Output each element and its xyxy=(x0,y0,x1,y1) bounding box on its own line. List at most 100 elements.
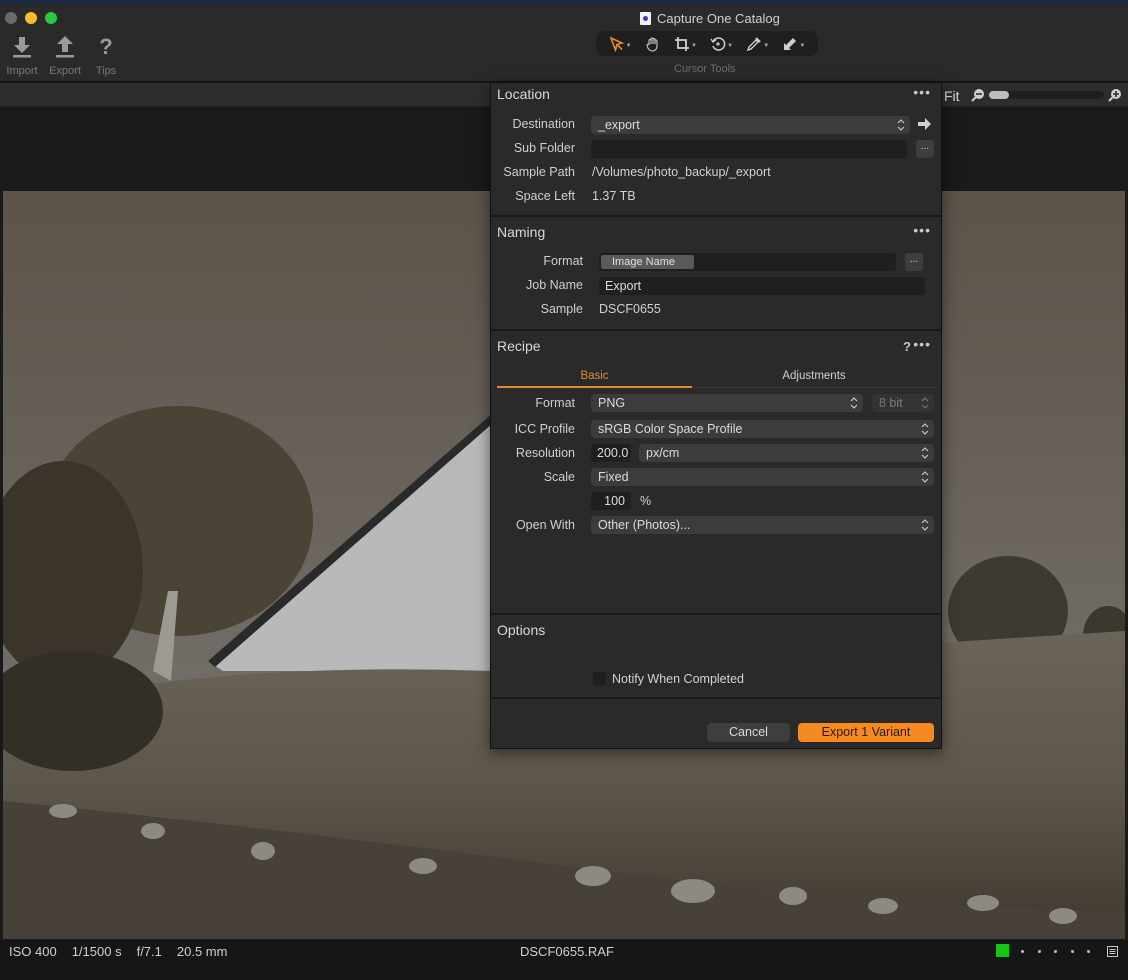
recipe-format-value: PNG xyxy=(598,396,626,410)
stepper-icon xyxy=(921,447,929,459)
reveal-destination-arrow-icon[interactable] xyxy=(918,118,931,133)
star-rating[interactable] xyxy=(1021,950,1090,953)
space-left-label: Space Left xyxy=(515,189,575,203)
cancel-button[interactable]: Cancel xyxy=(707,723,790,742)
stepper-icon xyxy=(921,519,929,531)
zoom-slider-thumb[interactable] xyxy=(989,91,1009,99)
close-window-button[interactable] xyxy=(5,12,17,24)
destination-select[interactable]: _export xyxy=(591,116,910,134)
subfolder-field[interactable] xyxy=(591,140,907,158)
zoom-out-icon[interactable] xyxy=(971,88,986,106)
chevron-down-icon: ▼ xyxy=(799,43,806,49)
resolution-label: Resolution xyxy=(515,446,575,460)
tips-button[interactable]: ? Tips xyxy=(86,34,126,77)
notify-label[interactable]: Notify When Completed xyxy=(612,672,744,686)
recipe-more-icon[interactable]: ••• xyxy=(913,337,931,351)
select-tool-button[interactable]: ▼ xyxy=(609,35,632,52)
exif-info: ISO 400 1/1500 s f/7.1 20.5 mm xyxy=(9,944,227,959)
scale-percent-unit: % xyxy=(640,494,652,508)
export-variant-button[interactable]: Export 1 Variant xyxy=(798,723,934,742)
icc-profile-select[interactable]: sRGB Color Space Profile xyxy=(591,420,934,438)
naming-sample-label: Sample xyxy=(540,302,583,316)
destination-value: _export xyxy=(598,118,640,132)
window-title-text: Capture One Catalog xyxy=(657,11,780,26)
title-bar: Capture One Catalog Import Export ? Tips… xyxy=(0,4,1128,82)
shutter-value: 1/1500 s xyxy=(71,944,122,959)
pointer-arrow-icon xyxy=(609,35,624,52)
zoom-in-icon[interactable] xyxy=(1108,88,1123,106)
scale-label: Scale xyxy=(543,470,575,484)
location-title: Location xyxy=(497,86,550,102)
question-mark-icon: ? xyxy=(99,34,113,59)
bit-depth-select[interactable]: 8 bit xyxy=(872,394,934,412)
naming-sample-value: DSCF0655 xyxy=(599,302,661,316)
eyedropper-icon xyxy=(747,36,762,51)
color-tag-green[interactable] xyxy=(996,944,1009,957)
pan-tool-button[interactable] xyxy=(645,36,661,52)
bit-depth-value: 8 bit xyxy=(879,396,903,410)
annotate-tool-button[interactable]: ▼ xyxy=(782,36,805,52)
naming-format-field[interactable]: Image Name xyxy=(599,253,896,271)
rating-dot[interactable] xyxy=(1021,950,1024,953)
recipe-format-select[interactable]: PNG xyxy=(591,394,863,412)
crop-icon xyxy=(674,36,689,51)
rotate-tool-button[interactable]: ▼ xyxy=(710,36,733,52)
rating-dot[interactable] xyxy=(1037,950,1041,953)
rating-dot[interactable] xyxy=(1070,950,1074,953)
stepper-icon xyxy=(850,397,858,409)
subfolder-tokens-button[interactable]: ... xyxy=(916,140,934,158)
resolution-unit-select[interactable]: px/cm xyxy=(639,444,934,462)
chevron-down-icon: ▼ xyxy=(690,43,697,49)
chevron-down-icon: ▼ xyxy=(625,43,632,49)
iso-value: ISO 400 xyxy=(9,944,57,959)
aperture-value: f/7.1 xyxy=(136,944,162,959)
scale-select[interactable]: Fixed xyxy=(591,468,934,486)
image-name-token[interactable]: Image Name xyxy=(601,255,694,269)
crop-tool-button[interactable]: ▼ xyxy=(674,36,697,52)
location-section: Location ••• Destination _export Sub Fol… xyxy=(491,83,941,217)
rating-dot[interactable] xyxy=(1054,950,1057,953)
status-bar: ISO 400 1/1500 s f/7.1 20.5 mm DSCF0655.… xyxy=(0,940,1128,980)
maximize-window-button[interactable] xyxy=(45,12,57,24)
export-dialog: Location ••• Destination _export Sub Fol… xyxy=(490,82,942,749)
export-label: Export xyxy=(49,65,81,77)
naming-more-icon[interactable]: ••• xyxy=(913,223,931,237)
hand-icon xyxy=(646,36,658,52)
stepper-icon xyxy=(921,397,929,409)
notify-checkbox[interactable] xyxy=(593,672,606,685)
recipe-help-icon[interactable]: ? xyxy=(903,339,911,354)
icc-profile-label: ICC Profile xyxy=(514,422,575,436)
rating-dot[interactable] xyxy=(1087,950,1090,953)
icc-profile-value: sRGB Color Space Profile xyxy=(598,422,743,436)
resolution-field[interactable]: 200.0 xyxy=(591,444,631,462)
job-name-field[interactable]: Export xyxy=(599,277,925,295)
options-title: Options xyxy=(497,622,546,638)
brush-arrow-icon xyxy=(784,37,797,50)
import-label: Import xyxy=(6,65,38,77)
tab-adjustments[interactable]: Adjustments xyxy=(692,366,936,388)
recipe-tabs: Basic Adjustments xyxy=(497,366,936,388)
cursor-tools-group: ▼ ▼ ▼ ▼ ▼ xyxy=(596,31,818,56)
job-name-label: Job Name xyxy=(526,278,583,292)
picker-tool-button[interactable]: ▼ xyxy=(746,36,769,52)
stepper-icon xyxy=(921,471,929,483)
open-with-select[interactable]: Other (Photos)... xyxy=(591,516,934,534)
space-left-value: 1.37 TB xyxy=(592,189,636,203)
tips-label: Tips xyxy=(95,65,117,77)
list-view-icon[interactable] xyxy=(1107,946,1118,960)
zoom-fit-label[interactable]: Fit xyxy=(944,88,960,104)
recipe-title: Recipe xyxy=(497,338,541,354)
destination-label: Destination xyxy=(512,117,575,131)
naming-title: Naming xyxy=(497,224,546,240)
import-button[interactable]: Import xyxy=(2,34,42,77)
catalog-document-icon xyxy=(640,12,651,25)
location-more-icon[interactable]: ••• xyxy=(913,85,931,99)
open-with-value: Other (Photos)... xyxy=(598,518,691,532)
tab-basic[interactable]: Basic xyxy=(497,366,692,388)
export-button[interactable]: Export xyxy=(45,34,85,77)
scale-percent-field[interactable]: 100 xyxy=(591,492,631,510)
window-title: Capture One Catalog xyxy=(640,11,780,26)
minimize-window-button[interactable] xyxy=(25,12,37,24)
naming-format-label: Format xyxy=(543,254,583,268)
naming-format-options-button[interactable]: ... xyxy=(905,253,923,271)
